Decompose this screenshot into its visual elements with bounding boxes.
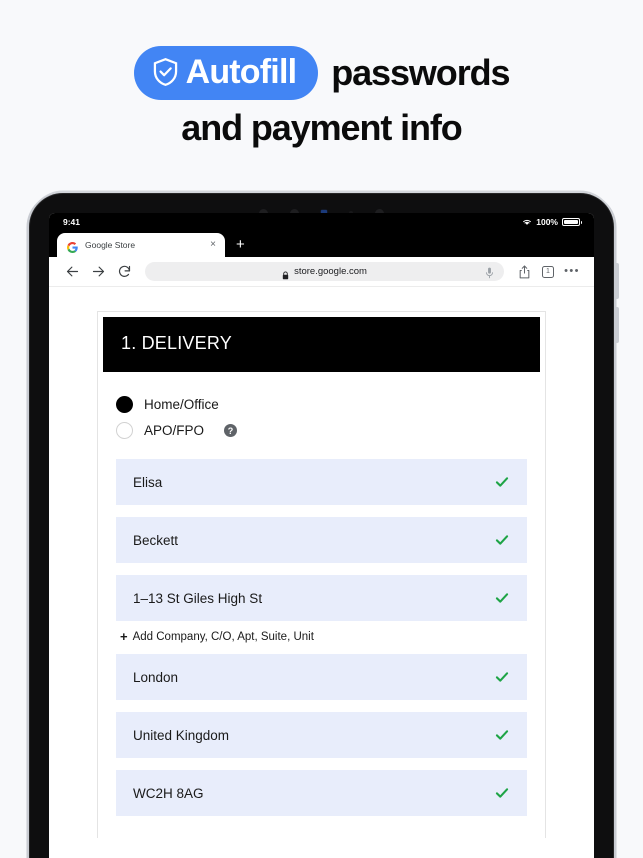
- radio-selected-icon[interactable]: [116, 396, 133, 413]
- radio-label-home-office: Home/Office: [144, 397, 219, 412]
- field-value-first-name: Elisa: [133, 474, 163, 490]
- field-value-postal-code: WC2H 8AG: [133, 785, 204, 801]
- google-favicon: [67, 240, 78, 253]
- add-company-label: Add Company, C/O, Apt, Suite, Unit: [132, 630, 314, 643]
- radio-option-apo-fpo[interactable]: APO/FPO ?: [116, 422, 527, 439]
- battery-full-icon: [562, 217, 582, 227]
- check-icon: [495, 728, 509, 742]
- help-circle-icon[interactable]: ?: [224, 424, 238, 437]
- check-icon: [495, 533, 509, 547]
- headline-line-2: and payment info: [181, 107, 463, 148]
- battery-fill: [564, 219, 578, 225]
- back-arrow-icon[interactable]: [59, 259, 85, 285]
- status-time: 9:41: [63, 217, 81, 227]
- headline-word-passwords: passwords: [331, 52, 510, 93]
- check-icon: [495, 670, 509, 684]
- field-value-country: United Kingdom: [133, 727, 230, 743]
- status-bar: 9:41 100%: [49, 213, 594, 231]
- url-text: store.google.com: [294, 266, 367, 277]
- address-fields: Elisa Beckett 1–13 St Giles High St + Ad…: [116, 459, 527, 816]
- check-icon: [495, 475, 509, 489]
- autofill-badge-label: Autofill: [185, 53, 297, 91]
- battery-percent-label: 100%: [536, 217, 558, 227]
- field-value-city: London: [133, 669, 179, 685]
- section-title: 1. DELIVERY: [103, 317, 540, 372]
- radio-unselected-icon[interactable]: [116, 422, 133, 439]
- wifi-icon: [522, 218, 532, 226]
- radio-option-home-office[interactable]: Home/Office: [116, 396, 527, 413]
- volume-up-button[interactable]: [616, 263, 619, 299]
- url-bar[interactable]: store.google.com: [145, 262, 504, 281]
- field-postal-code[interactable]: WC2H 8AG: [116, 770, 527, 816]
- forward-arrow-icon[interactable]: [85, 259, 111, 285]
- field-first-name[interactable]: Elisa: [116, 459, 527, 505]
- overflow-menu-icon[interactable]: •••: [560, 260, 584, 284]
- field-last-name[interactable]: Beckett: [116, 517, 527, 563]
- share-icon[interactable]: [512, 260, 536, 284]
- delivery-card: 1. DELIVERY Home/Office APO/FPO ? Elisa: [97, 311, 546, 838]
- new-tab-button[interactable]: +: [236, 237, 245, 252]
- overflow-dots: •••: [564, 265, 580, 277]
- tablet-device: 9:41 100% Google Store × + store.google.…: [29, 193, 619, 858]
- plus-icon: +: [120, 629, 128, 644]
- browser-tab-title: Google Store: [85, 240, 136, 250]
- shield-check-icon: [152, 57, 179, 87]
- reload-icon[interactable]: [111, 259, 137, 285]
- check-icon: [495, 591, 509, 605]
- add-company-link[interactable]: + Add Company, C/O, Apt, Suite, Unit: [120, 630, 527, 643]
- autofill-badge: Autofill: [133, 46, 319, 100]
- browser-tab-google-store[interactable]: Google Store ×: [57, 233, 225, 257]
- microphone-icon[interactable]: [485, 266, 494, 278]
- tablet-screen: 9:41 100% Google Store × + store.google.…: [49, 213, 594, 858]
- field-country[interactable]: United Kingdom: [116, 712, 527, 758]
- promo-headline: Autofill passwords and payment info: [0, 46, 643, 146]
- field-city[interactable]: London: [116, 654, 527, 700]
- field-value-last-name: Beckett: [133, 532, 179, 548]
- tab-count-label: 1: [542, 265, 554, 278]
- field-address-line-1[interactable]: 1–13 St Giles High St: [116, 575, 527, 621]
- close-icon[interactable]: ×: [209, 240, 217, 250]
- volume-down-button[interactable]: [616, 307, 619, 343]
- browser-toolbar: store.google.com 1 •••: [49, 257, 594, 287]
- tab-count-button[interactable]: 1: [536, 260, 560, 284]
- field-value-address-line-1: 1–13 St Giles High St: [133, 590, 263, 606]
- check-icon: [495, 786, 509, 800]
- delivery-form: Home/Office APO/FPO ? Elisa Beckett 1–13…: [98, 372, 545, 838]
- web-page-content: 1. DELIVERY Home/Office APO/FPO ? Elisa: [49, 287, 594, 858]
- radio-label-apo-fpo: APO/FPO: [144, 423, 205, 438]
- browser-tab-strip: Google Store × +: [49, 231, 594, 257]
- lock-icon: [282, 267, 289, 280]
